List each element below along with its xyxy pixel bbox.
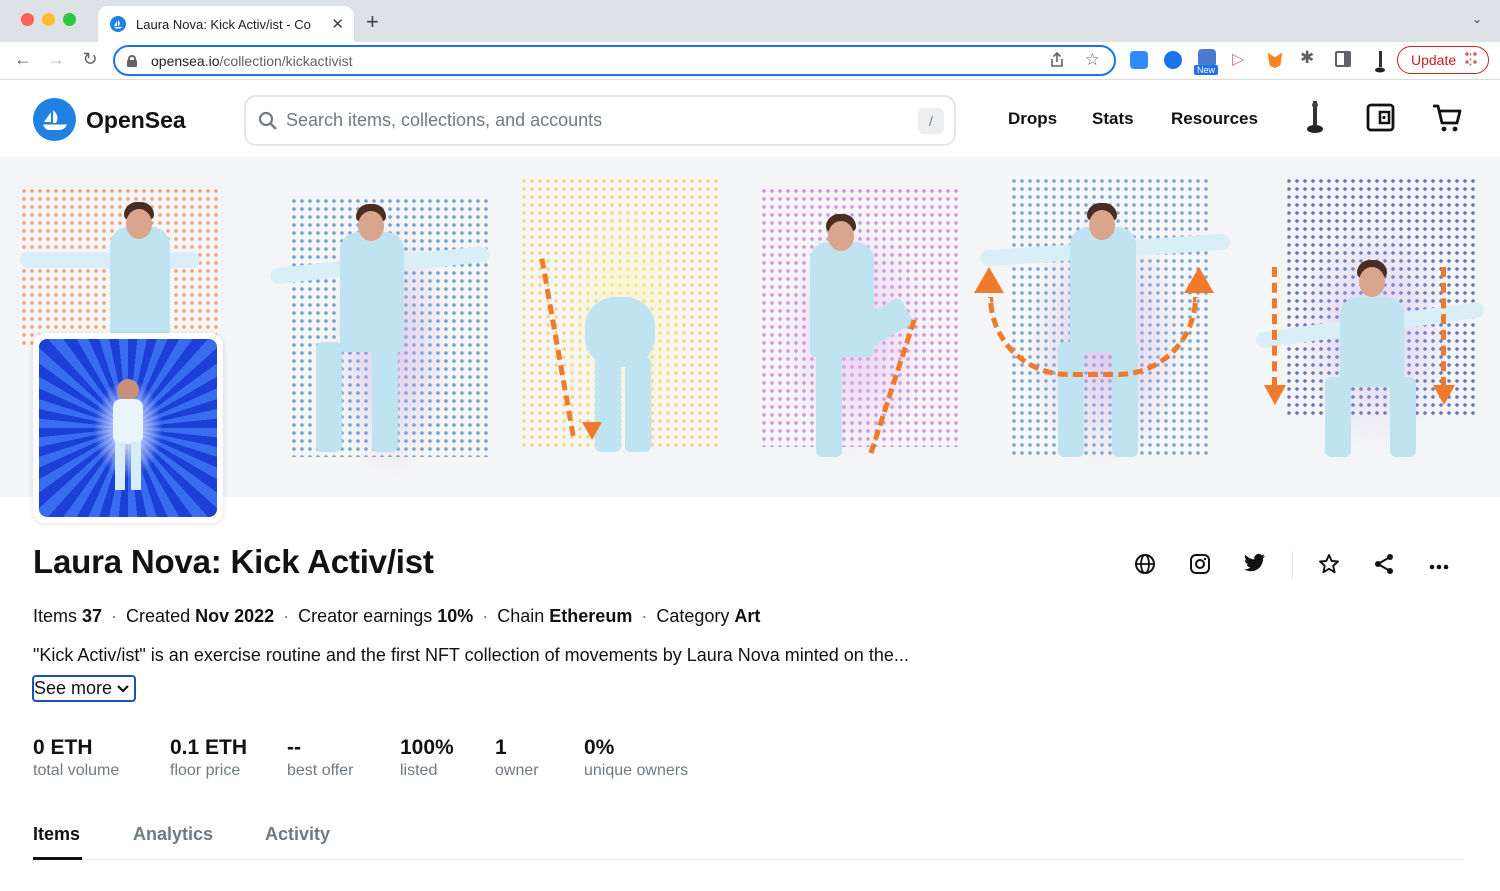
collection-title: Laura Nova: Kick Activ/ist	[33, 543, 434, 580]
action-divider	[1292, 551, 1293, 579]
stat-owner[interactable]: 1 owner	[495, 736, 539, 780]
close-window-button[interactable]	[21, 13, 34, 26]
meta-created-label: Created	[126, 606, 191, 626]
see-more-button[interactable]: See more	[32, 675, 136, 702]
forward-arrow-icon[interactable]: →	[45, 49, 67, 70]
search-icon	[258, 111, 277, 130]
tab-items[interactable]: Items	[33, 824, 80, 845]
browser-tab-bar: Laura Nova: Kick Activ/ist - Co ✕ + ⌄	[0, 0, 1500, 42]
extensions-puzzle-icon[interactable]: ✱	[1300, 48, 1318, 67]
meta-chain-value: Ethereum	[549, 606, 633, 626]
stat-total-volume[interactable]: 0 ETH total volume	[33, 736, 119, 780]
back-arrow-icon[interactable]: ←	[12, 49, 34, 70]
active-tab-indicator	[33, 857, 82, 860]
collection-tabs: Items Analytics Activity	[33, 824, 1464, 860]
nav-stats[interactable]: Stats	[1092, 109, 1134, 129]
instagram-icon[interactable]	[1189, 553, 1211, 580]
share-icon[interactable]	[1373, 553, 1395, 580]
video-extension-icon[interactable]: ▷	[1232, 49, 1250, 68]
tab-activity[interactable]: Activity	[265, 824, 330, 845]
new-tab-icon[interactable]: +	[366, 9, 379, 35]
search-input[interactable]	[286, 110, 886, 131]
collection-banner-image	[0, 157, 1500, 497]
meta-separator: ·	[283, 606, 290, 626]
bookmark-extension-icon[interactable]	[1164, 51, 1182, 69]
banner-figure-6	[1245, 157, 1500, 497]
banner-figure-2	[250, 157, 491, 497]
collection-avatar[interactable]	[33, 333, 223, 523]
tab-search-chevron-icon[interactable]: ⌄	[1472, 12, 1482, 26]
profile-avatar-icon[interactable]	[1305, 101, 1325, 140]
meta-separator: ·	[482, 606, 489, 626]
collection-description: "Kick Activ/ist" is an exercise routine …	[33, 645, 909, 665]
nav-resources[interactable]: Resources	[1171, 109, 1258, 129]
collection-meta: Items 37 · Created Nov 2022 · Creator earn…	[33, 606, 760, 627]
meta-earnings-label: Creator earnings	[298, 606, 433, 626]
opensea-favicon-icon	[110, 16, 126, 32]
minimize-window-button[interactable]	[42, 13, 55, 26]
new-badge: New	[1194, 65, 1219, 75]
meta-items-label: Items	[33, 606, 78, 626]
banner-figure-4	[740, 157, 980, 497]
zoom-extension-icon[interactable]	[1130, 51, 1148, 69]
more-options-icon[interactable]	[1429, 557, 1449, 575]
opensea-logo-text[interactable]: OpenSea	[86, 107, 186, 134]
more-vertical-icon: ⋮	[1463, 50, 1478, 68]
close-tab-icon[interactable]: ✕	[331, 15, 344, 33]
url-text: opensea.io/collection/kickactivist	[151, 52, 353, 69]
opensea-logo-icon[interactable]	[33, 98, 76, 141]
tab-title: Laura Nova: Kick Activ/ist - Co	[136, 16, 311, 32]
search-box[interactable]: /	[244, 95, 956, 146]
maximize-window-button[interactable]	[63, 13, 76, 26]
nav-drops[interactable]: Drops	[1008, 109, 1057, 129]
favorite-star-icon[interactable]	[1318, 553, 1340, 580]
browser-tab-active[interactable]: Laura Nova: Kick Activ/ist - Co ✕	[98, 6, 354, 42]
meta-earnings-value: 10%	[437, 606, 474, 626]
share-icon[interactable]	[1050, 51, 1064, 72]
page-scrollbar[interactable]	[1490, 81, 1500, 891]
metamask-fox-icon[interactable]	[1267, 52, 1283, 69]
meta-separator: ·	[111, 606, 118, 626]
meta-created-value: Nov 2022	[195, 606, 275, 626]
meta-category-label: Category	[656, 606, 730, 626]
stat-best-offer[interactable]: -- best offer	[287, 736, 353, 780]
lock-icon[interactable]	[127, 54, 137, 67]
bookmark-star-icon[interactable]: ☆	[1085, 50, 1100, 70]
stat-listed[interactable]: 100% listed	[400, 736, 454, 780]
banner-figure-3	[500, 157, 740, 497]
banner-figure-5	[970, 157, 1240, 497]
browser-toolbar: ← → ↻ opensea.io/collection/kickactivist…	[0, 42, 1500, 80]
website-globe-icon[interactable]	[1134, 553, 1156, 580]
tab-analytics[interactable]: Analytics	[133, 824, 213, 845]
chevron-down-icon	[117, 684, 129, 693]
twitter-icon[interactable]	[1244, 553, 1266, 578]
meta-category-value[interactable]: Art	[734, 606, 760, 627]
search-shortcut-key: /	[918, 108, 944, 134]
reload-icon[interactable]: ↻	[79, 49, 101, 70]
profile-avatar-icon[interactable]	[1374, 51, 1386, 73]
address-bar[interactable]: opensea.io/collection/kickactivist ☆	[113, 45, 1116, 76]
meta-items-value: 37	[82, 606, 103, 626]
cart-icon[interactable]	[1432, 103, 1462, 138]
wallet-icon[interactable]	[1366, 103, 1395, 137]
meta-chain-label: Chain	[497, 606, 545, 626]
update-button[interactable]: Update ⋮	[1397, 46, 1489, 74]
stat-unique-owners[interactable]: 0% unique owners	[584, 736, 688, 780]
meta-separator: ·	[641, 606, 648, 626]
side-panel-icon[interactable]	[1335, 51, 1351, 67]
collection-avatar-image	[39, 339, 217, 517]
stat-floor-price[interactable]: 0.1 ETH floor price	[170, 736, 247, 780]
opensea-header: OpenSea / Drops Stats Resources	[0, 81, 1500, 157]
